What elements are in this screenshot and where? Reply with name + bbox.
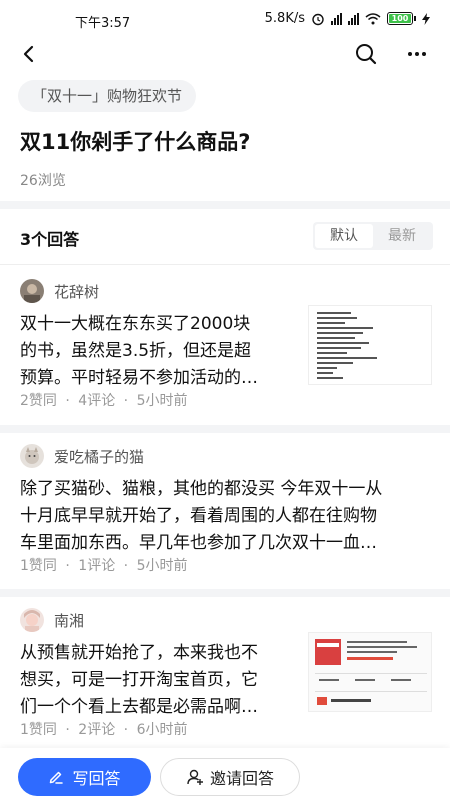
answer-excerpt: 除了买猫砂、猫粮，其他的都没买 今年双十一从 十月底早早就开始了，看着周围的人都… <box>20 476 382 557</box>
meta-separator: · <box>65 393 70 409</box>
answer-card[interactable]: 花辞树 双十一大概在东东买了2000块 的书，虽然是3.5折，但还是超 预算。平… <box>0 279 450 419</box>
answer-meta: 1赞同 · 2评论 · 6小时前 <box>20 719 191 739</box>
answer-line: 除了买猫砂、猫粮，其他的都没买 今年双十一从 <box>20 479 383 499</box>
signal-icon <box>331 12 342 25</box>
avatar[interactable] <box>20 608 44 632</box>
comments-count[interactable]: 1评论 <box>78 558 115 574</box>
wifi-icon <box>365 12 381 24</box>
battery-level: 100 <box>389 14 411 23</box>
answer-line: 十月底早早就开始了，看着周围的人都在往购物 <box>20 506 377 526</box>
back-arrow-icon[interactable] <box>16 41 42 67</box>
battery-icon: 100 <box>387 12 416 25</box>
top-nav <box>0 36 450 70</box>
answer-excerpt: 双十一大概在东东买了2000块 的书，虽然是3.5折，但还是超 预算。平时轻易不… <box>20 311 258 392</box>
write-answer-label: 写回答 <box>72 769 121 788</box>
answer-line: 的书，虽然是3.5折，但还是超 <box>20 341 252 361</box>
meta-separator: · <box>123 722 129 738</box>
header-divider <box>0 264 450 265</box>
avatar[interactable] <box>20 279 44 303</box>
post-time: 5小时前 <box>136 393 188 409</box>
meta-separator: · <box>123 558 129 574</box>
likes-count[interactable]: 1赞同 <box>20 558 57 574</box>
network-speed: 5.8K/s <box>264 11 305 26</box>
post-time: 6小时前 <box>136 722 188 738</box>
charging-icon <box>422 12 430 25</box>
invite-answer-label: 邀请回答 <box>209 769 274 788</box>
status-indicators: 5.8K/s 100 <box>265 11 430 26</box>
write-answer-button[interactable]: 写回答 <box>18 758 151 796</box>
answer-meta: 1赞同 · 1评论 · 5小时前 <box>20 555 191 575</box>
author-row[interactable]: 爱吃橘子的猫 <box>20 444 144 468</box>
invite-answer-button[interactable]: 邀请回答 <box>160 758 300 796</box>
comments-count[interactable]: 4评论 <box>78 393 115 409</box>
answers-header: 3个回答 默认 最新 <box>0 215 450 259</box>
likes-count[interactable]: 2赞同 <box>20 393 57 409</box>
post-time: 5小时前 <box>136 558 188 574</box>
answer-excerpt: 从预售就开始抢了，本来我也不 想买，可是一打开淘宝首页，它 们一个个看上去都是必… <box>20 640 258 721</box>
sort-toggle: 默认 最新 <box>313 222 433 250</box>
sort-default-button[interactable]: 默认 <box>315 224 373 248</box>
answer-line: 车里面加东西。早几年也参加了几次双十一血… <box>20 533 377 553</box>
likes-count[interactable]: 1赞同 <box>20 722 57 738</box>
author-name[interactable]: 南湘 <box>54 610 84 631</box>
status-time: 下午3:57 <box>75 16 131 31</box>
answer-line: 想买，可是一打开淘宝首页，它 <box>20 670 258 690</box>
answer-divider <box>0 589 450 597</box>
view-count: 26浏览 <box>20 173 66 189</box>
answer-card[interactable]: 爱吃橘子的猫 除了买猫砂、猫粮，其他的都没买 今年双十一从 十月底早早就开始了，… <box>0 444 450 584</box>
answer-line: 们一个个看上去都是必需品啊… <box>20 697 258 717</box>
alarm-icon <box>312 13 324 25</box>
answer-line: 预算。平时轻易不参加活动的… <box>20 368 258 388</box>
search-icon[interactable] <box>352 40 380 68</box>
answer-thumbnail[interactable] <box>308 305 432 385</box>
answer-line: 双十一大概在东东买了2000块 <box>20 314 251 334</box>
answer-line: 从预售就开始抢了，本来我也不 <box>20 643 258 663</box>
sort-latest-button[interactable]: 最新 <box>373 224 431 248</box>
topic-tag[interactable]: 「双十一」购物狂欢节 <box>18 80 197 112</box>
meta-separator: · <box>65 722 70 738</box>
meta-separator: · <box>65 558 70 574</box>
meta-separator: · <box>123 393 129 409</box>
avatar[interactable] <box>20 444 44 468</box>
comments-count[interactable]: 2评论 <box>78 722 115 738</box>
author-row[interactable]: 南湘 <box>20 608 84 632</box>
author-row[interactable]: 花辞树 <box>20 279 99 303</box>
more-icon[interactable] <box>404 42 430 66</box>
answer-divider <box>0 425 450 433</box>
bottom-action-bar: 写回答 邀请回答 <box>0 748 450 800</box>
author-name[interactable]: 花辞树 <box>54 281 99 302</box>
signal-icon-2 <box>348 12 359 25</box>
question-title: 双11你剁手了什么商品? <box>20 130 251 154</box>
answer-meta: 2赞同 · 4评论 · 5小时前 <box>20 390 191 410</box>
pencil-icon <box>50 771 64 784</box>
answer-thumbnail[interactable] <box>308 632 432 712</box>
author-name[interactable]: 爱吃橘子的猫 <box>54 446 144 467</box>
status-bar: 下午3:57 5.8K/s 100 <box>0 0 450 40</box>
section-divider <box>0 201 450 209</box>
add-person-icon <box>187 769 203 785</box>
answers-count: 3个回答 <box>20 230 80 249</box>
answer-card[interactable]: 南湘 从预售就开始抢了，本来我也不 想买，可是一打开淘宝首页，它 们一个个看上去… <box>0 608 450 748</box>
